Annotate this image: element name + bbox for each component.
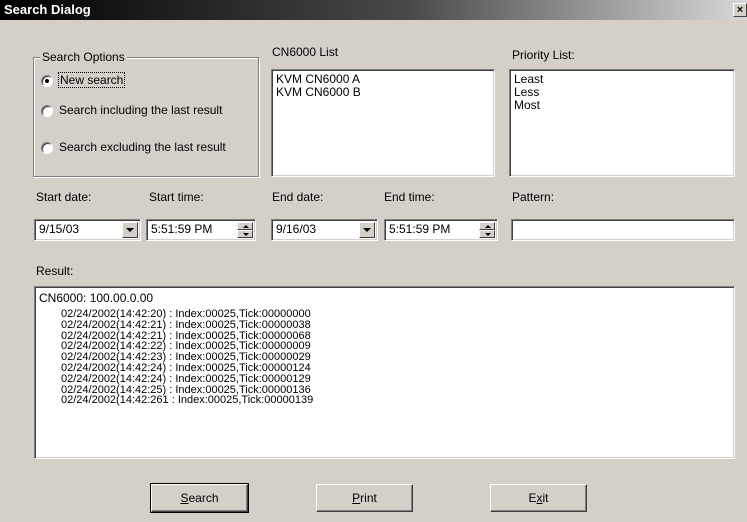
close-button[interactable]: ×	[733, 3, 747, 17]
start-time-label: Start time:	[149, 190, 204, 204]
close-icon: ×	[736, 4, 744, 16]
result-line: 02/24/2002(14:42:261 : Index:00025,Tick:…	[61, 394, 314, 407]
chevron-down-icon[interactable]	[122, 222, 138, 238]
radio-search-excluding[interactable]: Search excluding the last result	[41, 140, 226, 154]
start-time-value[interactable]: 5:51:59 PM	[151, 222, 212, 236]
start-time-spinner[interactable]: 5:51:59 PM	[146, 219, 256, 241]
chevron-down-icon[interactable]	[479, 230, 495, 238]
result-label: Result:	[36, 264, 74, 278]
priority-listbox[interactable]: Least Less Most	[509, 69, 735, 177]
radio-search-including-label[interactable]: Search including the last result	[59, 103, 222, 117]
end-date-value[interactable]: 9/16/03	[276, 222, 316, 236]
end-time-label: End time:	[384, 190, 435, 204]
title-bar[interactable]	[0, 0, 747, 20]
chevron-down-icon[interactable]	[237, 230, 253, 238]
start-date-picker[interactable]: 9/15/03	[34, 219, 141, 241]
pattern-label: Pattern:	[512, 190, 555, 204]
end-time-value[interactable]: 5:51:59 PM	[389, 222, 450, 236]
start-time-spin-buttons[interactable]	[237, 222, 253, 238]
start-date-label: Start date:	[36, 190, 92, 204]
search-button[interactable]: Search	[150, 483, 249, 513]
end-date-label: End date:	[272, 190, 324, 204]
cn6000-list-label: CN6000 List	[272, 45, 339, 59]
list-item[interactable]: Most	[514, 99, 730, 112]
exit-button[interactable]: Exit	[490, 484, 587, 512]
priority-list-label: Priority List:	[512, 48, 575, 62]
result-textarea[interactable]: CN6000: 100.00.0.00 02/24/2002(14:42:20)…	[34, 286, 735, 459]
radio-search-excluding-label[interactable]: Search excluding the last result	[59, 140, 226, 154]
window-title: Search Dialog	[4, 2, 91, 17]
print-button[interactable]: Print	[316, 484, 413, 512]
radio-search-including[interactable]: Search including the last result	[41, 103, 222, 117]
end-time-spin-buttons[interactable]	[479, 222, 495, 238]
chevron-up-icon[interactable]	[479, 222, 495, 230]
search-options-legend: Search Options	[40, 50, 127, 64]
chevron-up-icon[interactable]	[237, 222, 253, 230]
radio-unselected-icon[interactable]	[41, 104, 53, 117]
print-button-label: rint	[360, 491, 377, 505]
print-button-mnemonic: P	[352, 491, 361, 505]
exit-button-label: it	[542, 491, 549, 505]
result-line: 02/24/2002(14:42:24) : Index:00025,Tick:…	[61, 372, 311, 385]
pattern-input[interactable]	[511, 219, 735, 241]
radio-new-search[interactable]: New search	[41, 72, 126, 88]
radio-unselected-icon[interactable]	[41, 141, 53, 154]
start-date-value[interactable]: 9/15/03	[39, 222, 79, 236]
exit-button-prefix: E	[528, 491, 537, 505]
list-item[interactable]: Less	[514, 86, 730, 99]
result-line: 02/24/2002(14:42:21) : Index:00025,Tick:…	[61, 318, 311, 331]
radio-new-search-label[interactable]: New search	[57, 72, 126, 88]
radio-selected-icon[interactable]	[41, 74, 53, 87]
end-time-spinner[interactable]: 5:51:59 PM	[384, 219, 498, 241]
list-item[interactable]: Least	[514, 73, 730, 86]
search-button-label: earch	[188, 491, 219, 505]
cn6000-listbox[interactable]: KVM CN6000 A KVM CN6000 B	[271, 69, 495, 177]
chevron-down-icon[interactable]	[359, 222, 375, 238]
end-date-picker[interactable]: 9/16/03	[271, 219, 378, 241]
result-header: CN6000: 100.00.0.00	[39, 291, 154, 305]
list-item[interactable]: KVM CN6000 B	[276, 86, 490, 99]
